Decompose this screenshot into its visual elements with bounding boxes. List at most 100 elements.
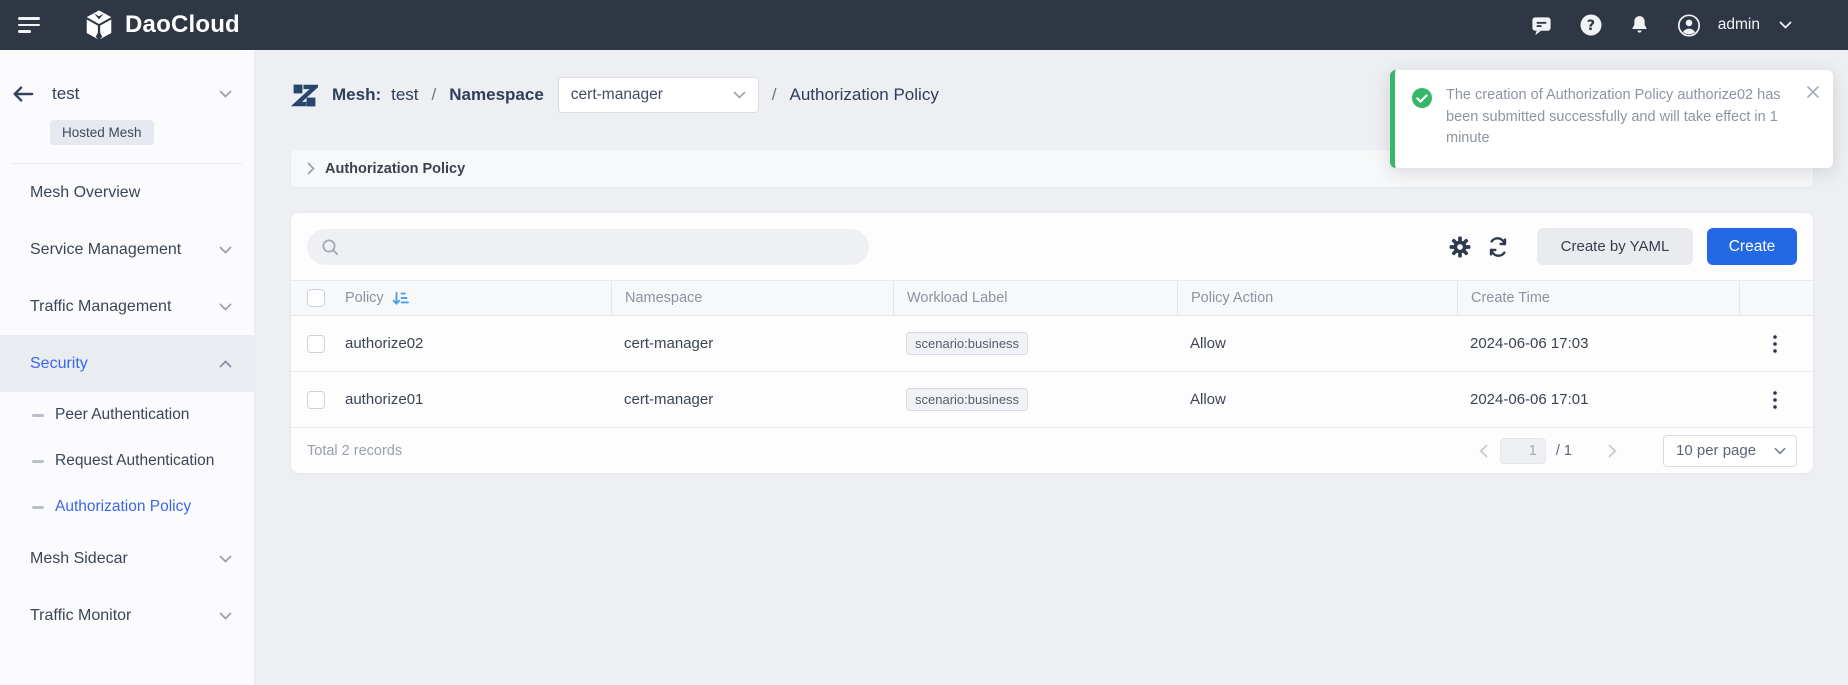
sidebar-item-label: Service Management [30,241,181,259]
sidebar-subitem-label: Peer Authentication [55,406,189,424]
breadcrumb-separator: / [772,85,777,105]
sidebar-mesh-header: test [0,78,254,110]
breadcrumb-namespace-label: Namespace [449,85,544,105]
toast-message: The creation of Authorization Policy aut… [1446,85,1799,154]
create-time-cell: 2024-06-06 17:03 [1457,335,1739,352]
sidebar-subitem-label: Request Authentication [55,452,214,470]
user-menu-chevron-icon[interactable] [1779,21,1792,29]
sidebar-item-label: Traffic Monitor [30,607,131,625]
refresh-icon[interactable] [1485,234,1511,260]
breadcrumb-mesh-label: Mesh: [332,85,381,105]
create-button[interactable]: Create [1707,228,1797,265]
sidebar-subitem-label: Authorization Policy [55,498,191,516]
svg-text:?: ? [1587,18,1595,34]
column-header-policy-action[interactable]: Policy Action [1177,281,1457,315]
namespace-cell: cert-manager [611,391,893,408]
table-footer: Total 2 records / 1 10 per page [291,428,1813,473]
breadcrumb-separator: / [432,85,437,105]
toast-close-icon[interactable] [1806,85,1820,99]
breadcrumb-page-title: Authorization Policy [790,85,939,105]
sort-icon[interactable] [392,291,409,306]
chevron-down-icon [219,246,232,254]
chevron-up-icon [219,360,232,368]
current-mesh-name[interactable]: test [52,84,79,104]
select-chevron-icon [733,91,746,99]
select-chevron-icon [1774,447,1786,455]
page-input[interactable] [1500,438,1546,464]
policy-action-cell: Allow [1177,335,1457,352]
toast-success-icon [1411,87,1433,109]
search-icon [321,238,339,256]
policy-name-cell[interactable]: authorize02 [332,335,611,352]
breadcrumb-mesh-value[interactable]: test [391,85,418,105]
row-checkbox[interactable] [307,391,325,409]
top-navigation-bar: DaoCloud ? admin [0,0,1848,50]
brand-name: DaoCloud [125,11,240,39]
row-actions-kebab-icon[interactable] [1761,386,1789,414]
message-icon[interactable] [1530,13,1554,37]
column-header-policy[interactable]: Policy [332,281,611,315]
sidebar-item-mesh-sidecar[interactable]: Mesh Sidecar [0,530,254,587]
page-total: / 1 [1556,443,1572,459]
pagination: / 1 10 per page [1479,435,1797,467]
search-input[interactable] [348,238,855,255]
sidebar-item-peer-authentication[interactable]: Peer Authentication [0,392,254,438]
chevron-down-icon [219,612,232,620]
dash-icon [32,414,44,417]
panel-expand-chevron-icon [307,162,315,175]
per-page-select[interactable]: 10 per page [1663,435,1797,467]
table-header-row: Policy Namespace Workload Label Policy A… [291,280,1813,316]
row-checkbox[interactable] [307,335,325,353]
table-row: authorize01 cert-manager scenario:busine… [291,372,1813,428]
username[interactable]: admin [1718,16,1760,34]
sidebar-item-service-management[interactable]: Service Management [0,221,254,278]
app-window: DaoCloud ? admin [0,0,1848,685]
search-box[interactable] [307,229,869,265]
success-toast: The creation of Authorization Policy aut… [1390,70,1833,168]
sidebar-item-authorization-policy[interactable]: Authorization Policy [0,484,254,530]
back-arrow-icon[interactable] [12,85,34,103]
sidebar-item-label: Mesh Sidecar [30,550,128,568]
sidebar-item-label: Traffic Management [30,298,171,316]
chevron-down-icon [219,555,232,563]
sidebar-item-label: Mesh Overview [30,184,140,202]
sidebar-item-label: Security [30,355,88,373]
policy-list-card: Create by YAML Create Policy [291,213,1813,473]
sidebar-item-traffic-management[interactable]: Traffic Management [0,278,254,335]
topbar-actions: ? admin [1530,13,1848,37]
notification-bell-icon[interactable] [1628,13,1652,37]
mesh-switch-chevron-icon[interactable] [219,90,232,98]
per-page-value: 10 per page [1676,442,1756,459]
sidebar-item-mesh-overview[interactable]: Mesh Overview [0,164,254,221]
dash-icon [32,506,44,509]
user-avatar-icon[interactable] [1677,13,1701,37]
hosted-mesh-badge: Hosted Mesh [50,120,154,145]
sidebar: test Hosted Mesh Mesh Overview Service M… [0,50,255,685]
policy-name-cell[interactable]: authorize01 [332,391,611,408]
column-header-create-time[interactable]: Create Time [1457,281,1739,315]
sidebar-item-traffic-monitor[interactable]: Traffic Monitor [0,587,254,644]
next-page-icon[interactable] [1608,444,1617,458]
settings-gear-icon[interactable] [1447,234,1473,260]
namespace-select[interactable]: cert-manager [558,77,759,113]
select-all-checkbox[interactable] [307,289,325,307]
sidebar-item-request-authentication[interactable]: Request Authentication [0,438,254,484]
column-header-actions [1739,281,1813,315]
daocloud-logo-icon [82,8,116,42]
dash-icon [32,460,44,463]
mesh-icon [291,82,318,109]
table-toolbar: Create by YAML Create [291,213,1813,280]
namespace-select-value: cert-manager [571,86,663,104]
create-by-yaml-button[interactable]: Create by YAML [1537,228,1693,265]
column-header-namespace[interactable]: Namespace [611,281,893,315]
workload-label-tag: scenario:business [906,388,1028,411]
sidebar-item-security[interactable]: Security [0,335,254,392]
policy-table: Policy Namespace Workload Label Policy A… [291,280,1813,428]
total-records: Total 2 records [307,443,402,459]
prev-page-icon[interactable] [1479,444,1488,458]
row-actions-kebab-icon[interactable] [1761,330,1789,358]
help-icon[interactable]: ? [1579,13,1603,37]
column-header-workload-label[interactable]: Workload Label [893,281,1177,315]
panel-title: Authorization Policy [325,161,465,177]
hamburger-menu-icon[interactable] [18,15,44,35]
